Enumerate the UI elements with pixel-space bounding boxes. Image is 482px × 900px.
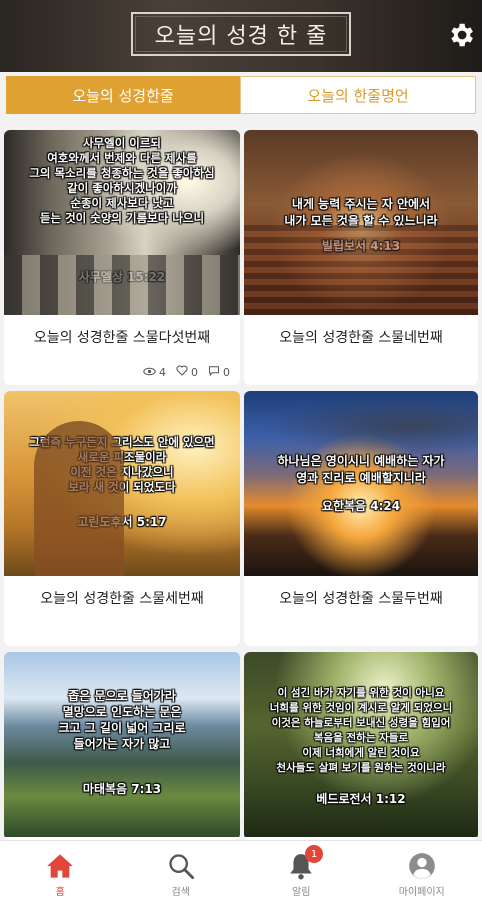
card-image: 하나님은 영이시니 예배하는 자가 영과 진리로 예배할지니라 요한복음 4:2… xyxy=(244,391,478,576)
tab-quote[interactable]: 오늘의 한줄명언 xyxy=(240,76,476,114)
verse-text: 내게 능력 주시는 자 안에서 내가 모든 것을 할 수 있느니라 xyxy=(284,197,438,228)
verse-card[interactable]: 내게 능력 주시는 자 안에서 내가 모든 것을 할 수 있느니라 빌립보서 4… xyxy=(244,130,478,385)
verse-card[interactable]: 이 섬긴 바가 자기를 위한 것이 아니요 너희를 위한 것임이 계시로 알게 … xyxy=(244,652,478,840)
card-title: 오늘의 성경한줄 스물다섯번째 xyxy=(33,330,211,346)
like-count: 0 xyxy=(191,365,198,379)
card-image: 그런즉 누구든지 그리스도 안에 있으면 새로운 피조물이라 이전 것은 지나갔… xyxy=(4,391,240,576)
card-image: 사무엘이 이르되 여호와께서 번제와 다른 제사를 그의 목소리를 청종하는 것… xyxy=(4,130,240,315)
card-title: 오늘의 성경한줄 스물두번째 xyxy=(279,591,443,607)
heart-icon[interactable] xyxy=(176,365,188,379)
tab-bar: 오늘의 성경한줄 오늘의 한줄명언 xyxy=(6,76,476,114)
home-icon xyxy=(45,851,75,881)
nav-search[interactable]: 검색 xyxy=(121,841,242,900)
verse-reference: 요한복음 4:24 xyxy=(321,499,401,513)
nav-label: 알림 xyxy=(292,887,311,898)
view-count: 4 xyxy=(159,365,166,379)
verse-card[interactable]: 좁은 문으로 들어가라 멸망으로 인도하는 문은 크고 그 길이 넓어 그리로 … xyxy=(4,652,240,840)
verse-text: 이 섬긴 바가 자기를 위한 것이 아니요 너희를 위한 것임이 계시로 알게 … xyxy=(269,687,453,774)
verse-card[interactable]: 그런즉 누구든지 그리스도 안에 있으면 새로운 피조물이라 이전 것은 지나갔… xyxy=(4,391,240,646)
notification-badge: 1 xyxy=(305,845,323,863)
gear-icon[interactable] xyxy=(446,20,476,50)
verse-text: 좁은 문으로 들어가라 멸망으로 인도하는 문은 크고 그 길이 넓어 그리로 … xyxy=(58,689,186,751)
comment-count: 0 xyxy=(223,365,230,379)
nav-label: 마이페이지 xyxy=(398,887,445,898)
card-stats: 4 0 0 xyxy=(143,365,230,379)
card-image: 내게 능력 주시는 자 안에서 내가 모든 것을 할 수 있느니라 빌립보서 4… xyxy=(244,130,478,315)
app-header: 오늘의 성경 한 줄 xyxy=(0,0,482,72)
verse-reference: 고린도후서 5:17 xyxy=(77,515,167,529)
card-title: 오늘의 성경한줄 스물세번째 xyxy=(40,591,204,607)
nav-label: 홈 xyxy=(55,887,65,898)
card-image: 이 섬긴 바가 자기를 위한 것이 아니요 너희를 위한 것임이 계시로 알게 … xyxy=(244,652,478,837)
bottom-navigation: 홈 검색 1 알림 마이페이지 xyxy=(0,840,482,900)
nav-label: 검색 xyxy=(171,887,190,898)
search-icon xyxy=(166,851,196,881)
tab-bible-verse[interactable]: 오늘의 성경한줄 xyxy=(6,76,240,114)
verse-reference: 마태복음 7:13 xyxy=(82,782,162,796)
verse-text: 하나님은 영이시니 예배하는 자가 영과 진리로 예배할지니라 xyxy=(277,454,445,485)
app-title: 오늘의 성경 한 줄 xyxy=(131,12,351,56)
verse-text: 그런즉 누구든지 그리스도 안에 있으면 새로운 피조물이라 이전 것은 지나갔… xyxy=(29,435,215,494)
verse-reference: 사무엘상 15:22 xyxy=(78,270,166,284)
user-icon xyxy=(407,851,437,881)
verse-reference: 빌립보서 4:13 xyxy=(321,239,401,253)
nav-notifications[interactable]: 1 알림 xyxy=(241,841,362,900)
card-image: 좁은 문으로 들어가라 멸망으로 인도하는 문은 크고 그 길이 넓어 그리로 … xyxy=(4,652,240,837)
eye-icon xyxy=(143,366,156,379)
verse-card[interactable]: 사무엘이 이르되 여호와께서 번제와 다른 제사를 그의 목소리를 청종하는 것… xyxy=(4,130,240,385)
verse-text: 사무엘이 이르되 여호와께서 번제와 다른 제사를 그의 목소리를 청종하는 것… xyxy=(29,136,215,225)
verse-card[interactable]: 하나님은 영이시니 예배하는 자가 영과 진리로 예배할지니라 요한복음 4:2… xyxy=(244,391,478,646)
comment-icon[interactable] xyxy=(208,365,220,379)
nav-mypage[interactable]: 마이페이지 xyxy=(362,841,482,900)
verse-reference: 베드로전서 1:12 xyxy=(316,792,406,806)
card-title: 오늘의 성경한줄 스물네번째 xyxy=(279,330,443,346)
nav-home[interactable]: 홈 xyxy=(0,841,121,900)
